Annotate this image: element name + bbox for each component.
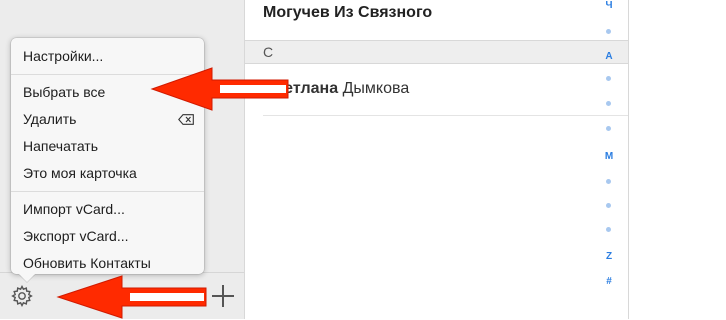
annotation-arrow-select-all (150, 67, 289, 111)
index-letter[interactable]: A (596, 51, 622, 62)
gear-icon (11, 284, 33, 308)
menu-item-import-vcard[interactable]: Импорт vCard... (11, 196, 204, 223)
menu-item-label: Напечатать (23, 138, 99, 154)
menu-item-refresh-contacts[interactable]: Обновить Контакты (11, 250, 204, 277)
index-letter[interactable]: Z (596, 251, 622, 262)
contact-name: Могучев Из Связного (263, 4, 433, 21)
section-header: С (245, 40, 628, 64)
menu-item-label: Обновить Контакты (23, 255, 151, 271)
menu-item-label: Это моя карточка (23, 165, 137, 181)
index-dot[interactable] (606, 179, 611, 184)
index-dot[interactable] (606, 203, 611, 208)
menu-separator (11, 191, 204, 192)
menu-item-label: Импорт vCard... (23, 201, 125, 217)
menu-item-label: Экспорт vCard... (23, 228, 129, 244)
index-dot[interactable] (606, 29, 611, 34)
contact-row[interactable]: Могучев Из Связного (263, 4, 432, 22)
menu-item-label: Удалить (23, 111, 77, 127)
menu-item-export-vcard[interactable]: Экспорт vCard... (11, 223, 204, 250)
row-divider (263, 115, 628, 116)
contacts-list: Могучев Из Связного С Светлана Дымкова (245, 0, 629, 319)
menu-item-my-card[interactable]: Это моя карточка (11, 160, 204, 187)
section-letter: С (263, 44, 274, 60)
contact-detail-pane (629, 0, 726, 319)
index-dot[interactable] (606, 76, 611, 81)
index-letter[interactable]: M (596, 151, 622, 162)
add-contact-button[interactable] (209, 282, 237, 310)
delete-key-icon (178, 114, 194, 125)
menu-item-label: Выбрать все (23, 84, 106, 100)
index-dot[interactable] (606, 126, 611, 131)
index-dot[interactable] (606, 101, 611, 106)
alphabet-index: Ч A M Z # (596, 0, 622, 300)
menu-item-label: Настройки... (23, 48, 104, 64)
menu-item-print[interactable]: Напечатать (11, 133, 204, 160)
index-letter[interactable]: Ч (596, 0, 622, 11)
index-letter[interactable]: # (596, 276, 622, 287)
index-dot[interactable] (606, 227, 611, 232)
annotation-arrow-settings (56, 275, 207, 319)
contact-last-name: Дымкова (342, 80, 410, 97)
settings-button[interactable] (9, 283, 35, 309)
